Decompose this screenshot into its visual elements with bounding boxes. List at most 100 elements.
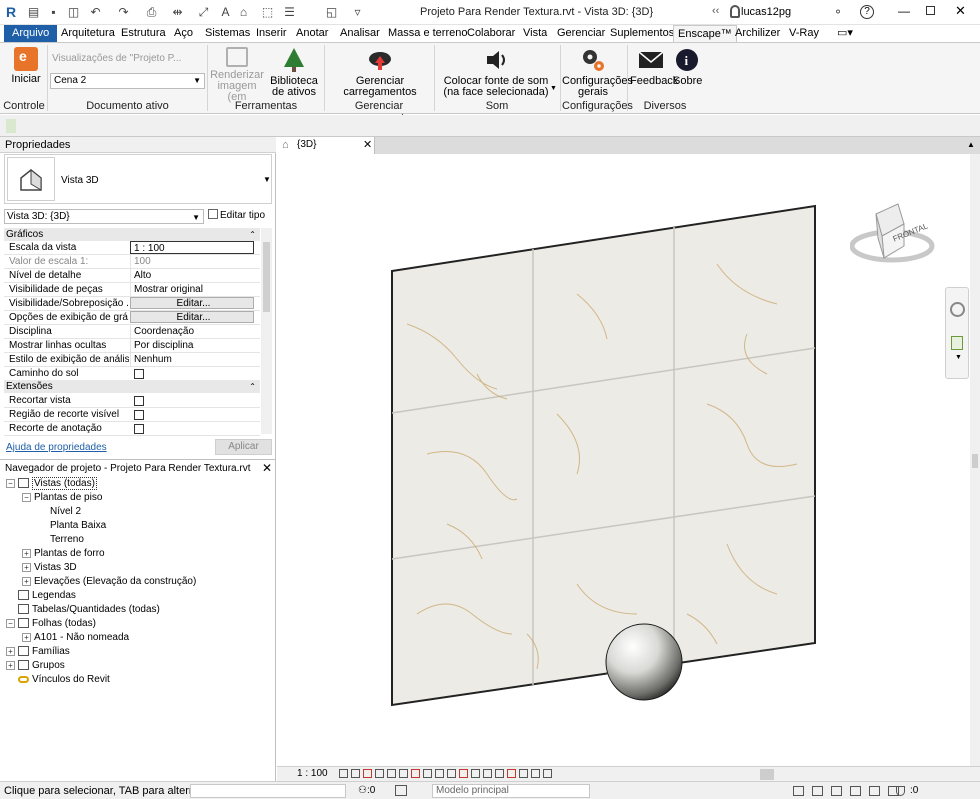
browser-node[interactable]: Planta Baixa <box>38 519 106 532</box>
browser-node[interactable]: + Famílias <box>6 645 70 658</box>
expand-icon[interactable]: + <box>6 660 15 670</box>
save-icon[interactable]: ▪ <box>46 5 61 19</box>
feedback-button[interactable]: Feedback <box>630 47 678 87</box>
collapse-icon[interactable]: − <box>6 478 15 488</box>
measure-icon[interactable]: ⇹ <box>170 5 185 19</box>
shadows-icon[interactable] <box>375 769 384 778</box>
property-value[interactable]: Mostrar original <box>130 283 254 297</box>
highlight-displacement-icon[interactable] <box>483 769 492 778</box>
visual-style-icon[interactable] <box>351 769 360 778</box>
start-button[interactable]: e Iniciar <box>8 47 44 85</box>
restore-icon[interactable] <box>926 6 935 15</box>
property-value[interactable]: Alto <box>130 269 254 283</box>
tab-vista[interactable]: Vista <box>519 25 551 42</box>
crop-view-icon[interactable] <box>399 769 408 778</box>
tab-analisar[interactable]: Analisar <box>336 25 384 42</box>
browser-node[interactable]: − Plantas de piso <box>22 491 102 504</box>
dimension-icon[interactable]: ⤢ <box>196 5 211 19</box>
sphere[interactable] <box>605 623 683 701</box>
general-settings-button[interactable]: Configurações gerais <box>562 47 633 98</box>
close-icon[interactable]: ✕ <box>955 3 966 19</box>
switch-windows-icon[interactable]: ▿ <box>350 5 365 19</box>
expand-icon[interactable]: + <box>22 576 31 586</box>
manage-uploads-button[interactable]: Gerenciar carregamentos <box>340 47 420 98</box>
tile-wall[interactable] <box>391 204 816 707</box>
tab-scroll-up-icon[interactable]: ▲ <box>967 140 975 149</box>
view-cube[interactable]: FRONTAL <box>849 194 935 274</box>
tab-suplementos[interactable]: Suplementos <box>606 25 678 42</box>
collapse-icon[interactable]: − <box>22 492 31 502</box>
tab-gerenciar[interactable]: Gerenciar <box>553 25 609 42</box>
zoom-icon[interactable] <box>951 336 963 350</box>
asset-library-button[interactable]: Biblioteca de ativos <box>266 47 322 98</box>
detail-level-icon[interactable] <box>339 769 348 778</box>
worksharing-display-icon[interactable] <box>459 769 468 778</box>
property-value[interactable]: Nenhum <box>130 353 254 367</box>
property-checkbox[interactable] <box>134 424 144 434</box>
analytical-model-icon[interactable] <box>471 769 480 778</box>
views-dropdown[interactable]: Visualizações de "Projeto P... <box>52 53 202 67</box>
view-scale[interactable]: 1 : 100 <box>297 768 328 779</box>
tab-estrutura[interactable]: Estrutura <box>117 25 170 42</box>
properties-help-link[interactable]: Ajuda de propriedades <box>6 442 107 453</box>
section-icon[interactable]: ⬚ <box>260 5 275 19</box>
props-scrollbar[interactable] <box>261 228 272 434</box>
browser-node[interactable]: + A101 - Não nomeada <box>22 631 129 644</box>
view-scrollbar[interactable] <box>970 154 980 766</box>
property-value[interactable]: Coordenação <box>130 325 254 339</box>
reveal-constraints-icon[interactable] <box>495 769 504 778</box>
select-by-face-icon[interactable] <box>869 786 880 796</box>
property-checkbox[interactable] <box>134 396 144 406</box>
3d-view-canvas[interactable]: FRONTAL ▼ <box>277 154 970 766</box>
tab-overflow-icon[interactable]: ▭▾ <box>833 25 857 42</box>
browser-node[interactable]: − Vistas (todas) <box>6 477 97 490</box>
tab-colaborar[interactable]: Colaborar <box>463 25 519 42</box>
select-underlay-icon[interactable] <box>831 786 842 796</box>
browser-node[interactable]: + Grupos <box>6 659 65 672</box>
expand-icon[interactable]: + <box>22 562 31 572</box>
browser-node[interactable]: Terreno <box>38 533 84 546</box>
undo-icon[interactable]: ↶ <box>88 5 103 19</box>
about-button[interactable]: i Sobre <box>673 47 702 87</box>
scroll-thumb[interactable] <box>972 454 978 468</box>
tab-3d[interactable]: ⌂ {3D} ✕ <box>277 137 375 154</box>
text-icon[interactable]: A <box>218 5 233 19</box>
render-dialog-icon[interactable] <box>387 769 396 778</box>
chevron-down-icon[interactable]: ▼ <box>955 354 962 361</box>
browser-node[interactable]: Vínculos do Revit <box>6 673 110 686</box>
minimize-icon[interactable]: — <box>898 4 910 18</box>
design-options-icon[interactable] <box>395 785 407 796</box>
edit-button[interactable]: Editar... <box>130 311 254 323</box>
sound-source-button[interactable]: Colocar fonte de som (na face selecionad… <box>440 47 552 98</box>
collapse-bar-icon[interactable] <box>543 769 552 778</box>
search-icon[interactable]: ‹‹ <box>712 5 726 19</box>
close-tab-icon[interactable]: ✕ <box>363 138 372 151</box>
sun-path-icon[interactable] <box>363 769 372 778</box>
edit-type-button[interactable]: Editar tipo <box>208 209 272 224</box>
hide-analytical-icon[interactable] <box>519 769 528 778</box>
render-button[interactable]: Renderizar imagem (em <box>210 47 264 103</box>
apply-button[interactable]: Aplicar <box>215 439 272 455</box>
temporary-view-icon[interactable] <box>531 769 540 778</box>
scroll-thumb[interactable] <box>263 242 270 312</box>
scene-select[interactable]: Cena 2 ▼ <box>50 73 205 89</box>
group-graphics[interactable]: Gráficos ⌃ <box>4 228 260 241</box>
close-windows-icon[interactable]: ◱ <box>324 5 339 19</box>
open-icon[interactable]: ▤ <box>26 5 41 19</box>
show-crop-icon[interactable] <box>411 769 420 778</box>
edit-button[interactable]: Editar... <box>130 297 254 309</box>
tab-enscape-[interactable]: Enscape™ <box>673 25 737 42</box>
browser-node[interactable]: Legendas <box>6 589 76 602</box>
browser-node[interactable]: + Vistas 3D <box>22 561 77 574</box>
unlock-3d-icon[interactable] <box>423 769 432 778</box>
editable-only-icon[interactable] <box>793 786 804 796</box>
property-value[interactable]: Por disciplina <box>130 339 254 353</box>
expand-icon[interactable]: + <box>6 646 15 656</box>
chevron-down-icon[interactable]: ▼ <box>550 85 557 92</box>
preview-visibility-icon[interactable] <box>507 769 516 778</box>
3d-view-icon[interactable]: ⌂ <box>236 5 251 19</box>
revit-logo[interactable]: R <box>6 4 20 20</box>
type-selector[interactable]: Vista 3D ▼ <box>4 154 272 204</box>
tab-inserir[interactable]: Inserir <box>252 25 291 42</box>
tab-arquivo[interactable]: Arquivo <box>4 25 58 42</box>
